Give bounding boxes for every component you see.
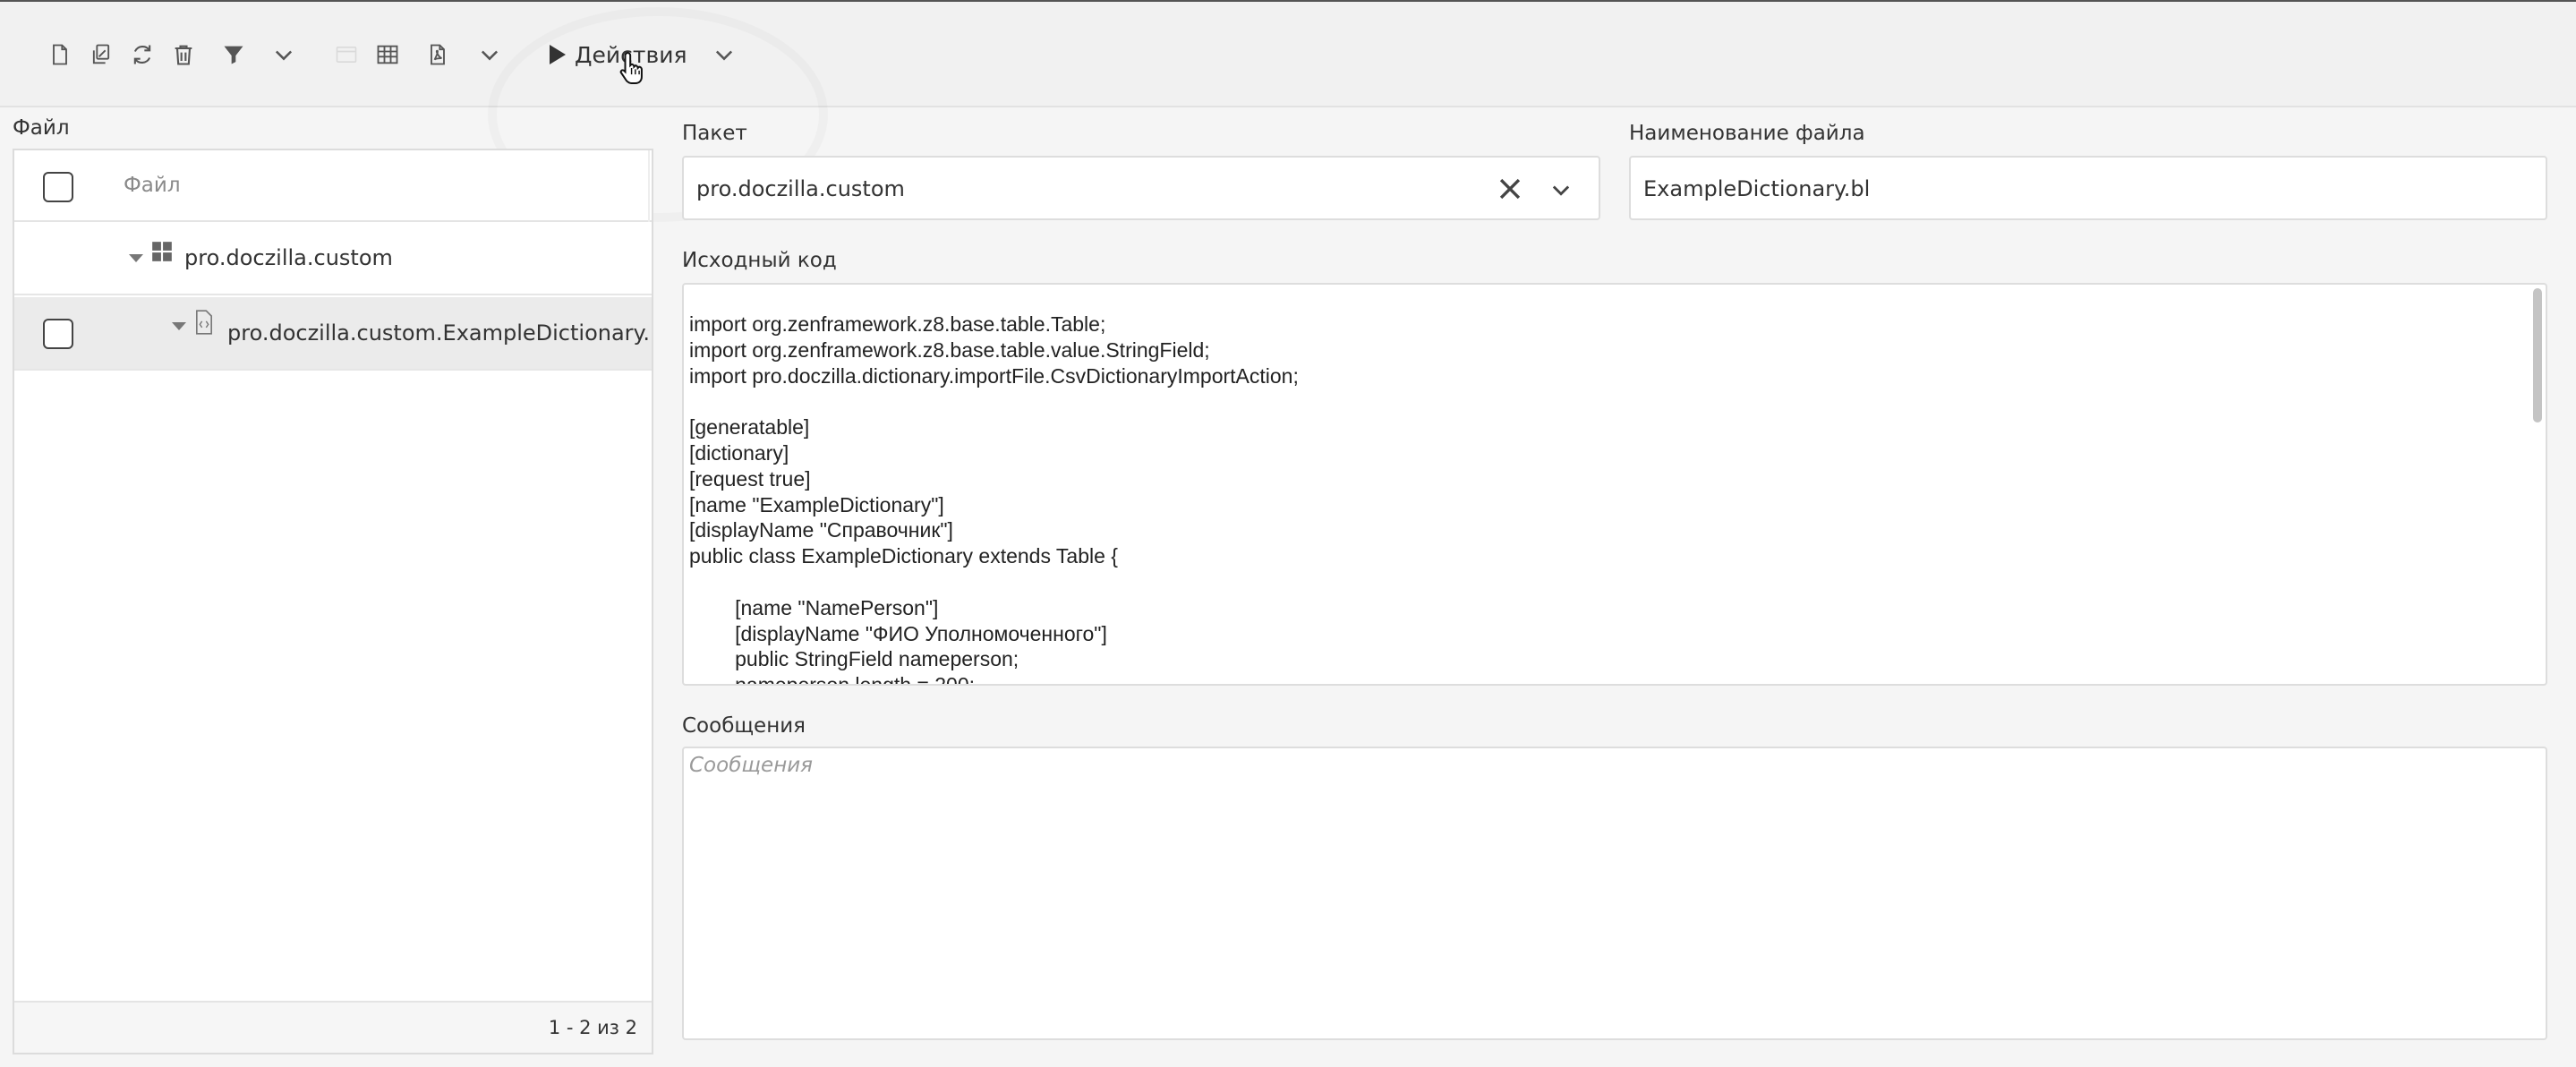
hand-cursor-icon [619, 52, 643, 84]
code-line: nameperson.length = 200; [689, 673, 976, 686]
play-icon [550, 45, 566, 64]
refresh-icon[interactable] [127, 39, 158, 70]
package-icon [152, 242, 172, 261]
pagination-info: 1 - 2 из 2 [548, 1017, 637, 1038]
delete-icon[interactable] [168, 39, 199, 70]
editor-scrollbar[interactable] [2533, 288, 2542, 423]
code-line: [name "NamePerson"] [689, 595, 939, 619]
blank-doc-icon[interactable] [331, 39, 362, 70]
column-header-file[interactable]: Файл [124, 174, 181, 197]
chevron-down-icon[interactable] [1548, 177, 1574, 202]
tree-row-label: pro.doczilla.custom.ExampleDictionary... [227, 320, 648, 346]
code-line: import org.zenframework.z8.base.table.Ta… [689, 312, 1106, 336]
code-line: import org.zenframework.z8.base.table.va… [689, 337, 1210, 362]
source-code-editor[interactable]: import org.zenframework.z8.base.table.Ta… [682, 283, 2547, 686]
filename-input[interactable]: ExampleDictionary.bl [1629, 156, 2547, 220]
code-line: [displayName "ФИО Уполномоченного"] [689, 621, 1107, 645]
code-line: public class ExampleDictionary extends T… [689, 544, 1118, 568]
package-label: Пакет [682, 122, 747, 145]
package-combobox[interactable]: pro.doczilla.custom [682, 156, 1600, 220]
actions-menu-chevron-icon[interactable] [709, 39, 739, 70]
messages-label: Сообщения [682, 714, 806, 738]
code-line: [dictionary] [689, 440, 789, 465]
tree-row-label: pro.doczilla.custom [184, 245, 393, 270]
row-checkbox[interactable] [43, 319, 73, 349]
tree-row-file[interactable]: pro.doczilla.custom.ExampleDictionary... [14, 297, 652, 371]
package-value: pro.doczilla.custom [696, 176, 905, 201]
code-line: import pro.doczilla.dictionary.importFil… [689, 363, 1299, 388]
filename-value: ExampleDictionary.bl [1643, 176, 1871, 201]
column-resizer[interactable] [648, 150, 650, 222]
toolbar: Действия [0, 2, 2576, 107]
filename-label: Наименование файла [1629, 122, 1865, 145]
file-tree-grid: Файл pro.doczilla.custom pro.doczilla.cu… [13, 149, 653, 1054]
left-panel-title: Файл [13, 116, 70, 140]
copy-icon[interactable] [86, 39, 116, 70]
code-file-icon [196, 310, 212, 335]
pdf-icon[interactable] [422, 39, 453, 70]
code-line: public StringField nameperson; [689, 647, 1019, 671]
code-line: [request true] [689, 466, 811, 491]
table-icon[interactable] [372, 39, 403, 70]
filter-menu-chevron-icon[interactable] [269, 39, 299, 70]
code-line: [displayName "Справочник"] [689, 518, 953, 542]
select-all-checkbox[interactable] [43, 172, 73, 202]
expand-caret-icon[interactable] [172, 322, 186, 330]
export-menu-chevron-icon[interactable] [474, 39, 505, 70]
messages-placeholder: Сообщения [689, 754, 814, 777]
expand-caret-icon[interactable] [129, 254, 143, 262]
grid-header: Файл [14, 150, 652, 222]
new-file-icon[interactable] [45, 39, 75, 70]
clear-icon[interactable] [1495, 174, 1525, 204]
source-code-text: import org.zenframework.z8.base.table.Ta… [689, 312, 1299, 686]
code-line: [name "ExampleDictionary"] [689, 492, 944, 516]
messages-textarea[interactable]: Сообщения [682, 747, 2547, 1040]
tree-row-package[interactable]: pro.doczilla.custom [14, 222, 652, 295]
source-code-label: Исходный код [682, 249, 837, 272]
filter-icon[interactable] [218, 39, 249, 70]
code-line: [generatable] [689, 415, 810, 440]
grid-footer: 1 - 2 из 2 [14, 1001, 652, 1053]
